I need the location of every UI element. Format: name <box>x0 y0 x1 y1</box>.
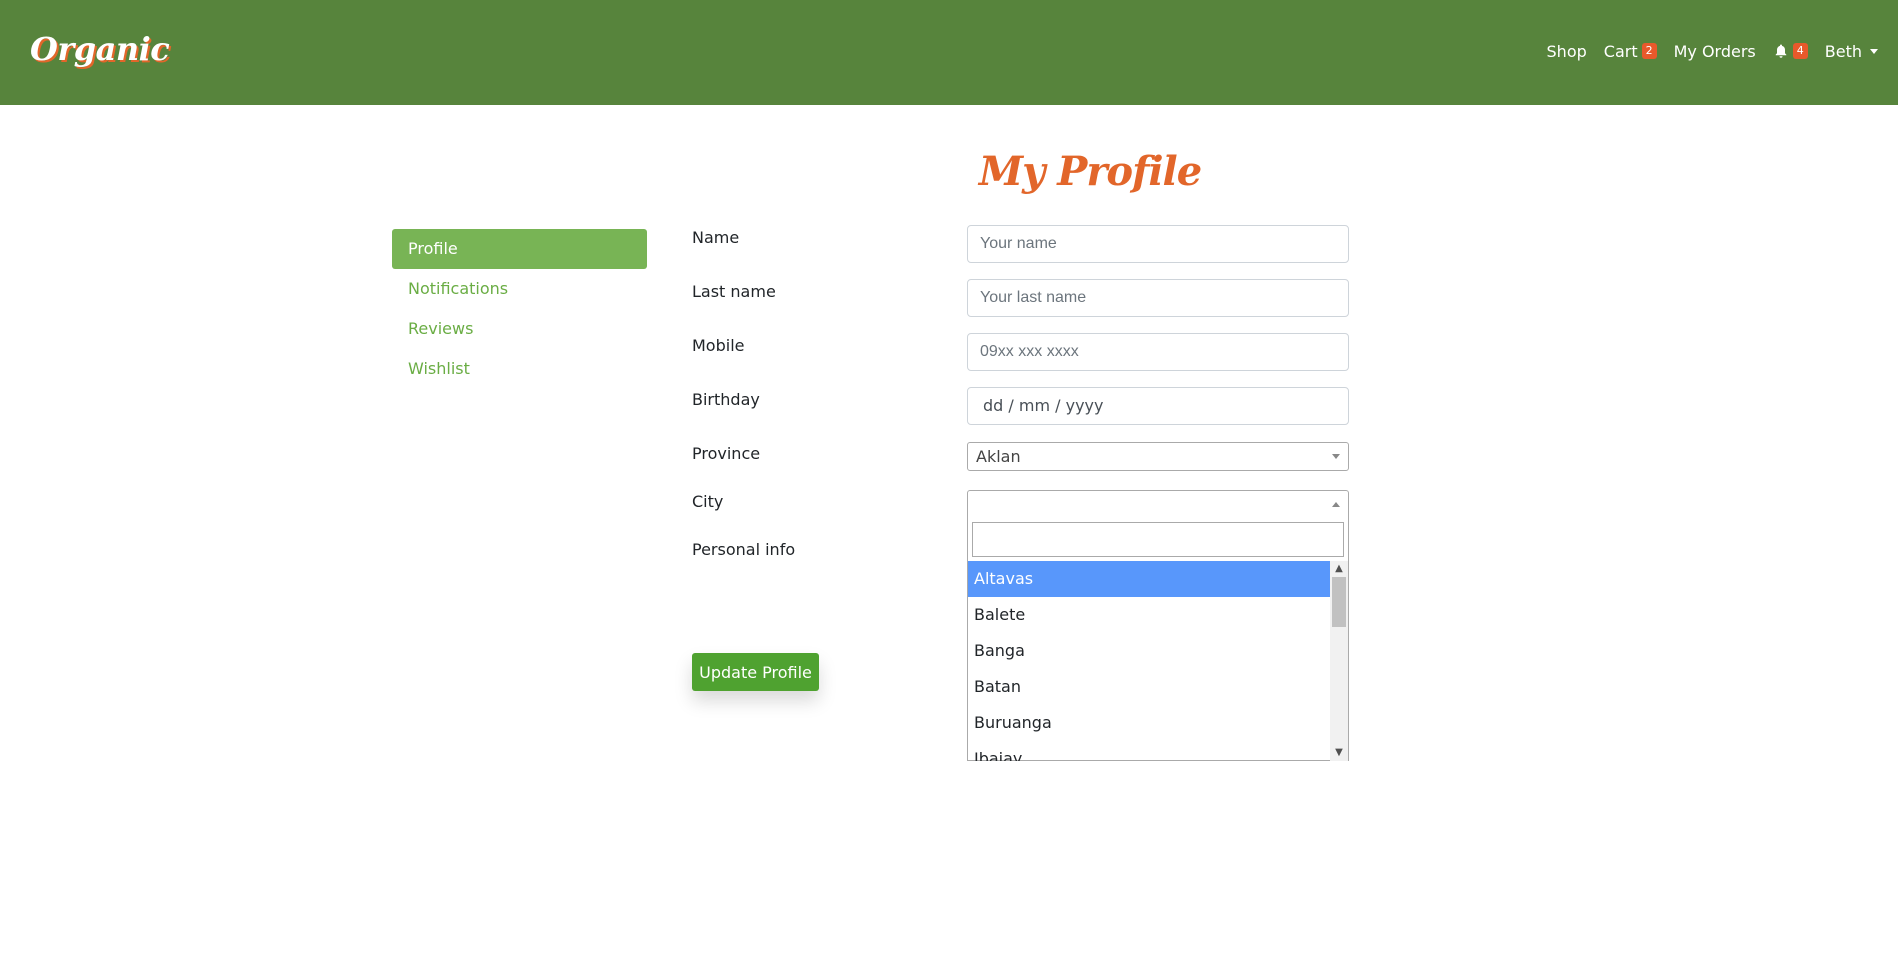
city-dropdown: Altavas Balete Banga Batan Buruanga Ibaj… <box>967 518 1349 761</box>
nav-cart[interactable]: Cart 2 <box>1604 42 1657 61</box>
nav-orders-label: My Orders <box>1673 41 1756 61</box>
birthday-label: Birthday <box>692 390 760 409</box>
nav-notifications[interactable]: 4 <box>1773 43 1808 59</box>
personal-info-label: Personal info <box>692 540 796 559</box>
city-option[interactable]: Banga <box>968 633 1330 669</box>
city-option[interactable]: Ibajay <box>968 741 1330 761</box>
nav-shop-label: Shop <box>1546 41 1587 61</box>
sidebar-item-notifications[interactable]: Notifications <box>392 269 647 309</box>
last-name-input[interactable] <box>967 279 1349 317</box>
province-selected-value: Aklan <box>976 447 1021 466</box>
main-nav: Shop Cart 2 My Orders 4 Beth <box>1530 38 1878 64</box>
sidebar-item-wishlist[interactable]: Wishlist <box>392 349 647 389</box>
mobile-label: Mobile <box>692 336 745 355</box>
scroll-up-icon[interactable]: ▲ <box>1330 561 1348 577</box>
city-options-list: Altavas Balete Banga Batan Buruanga Ibaj… <box>968 561 1330 761</box>
bell-icon <box>1775 44 1787 58</box>
nav-my-orders[interactable]: My Orders <box>1674 42 1756 61</box>
birthday-date-format: dd / mm / yyyy <box>983 396 1104 415</box>
page-title: My Profile <box>978 148 1202 195</box>
province-select[interactable]: Aklan <box>967 442 1349 471</box>
birthday-date-input[interactable]: dd / mm / yyyy <box>967 387 1349 425</box>
user-menu-toggle[interactable]: Beth <box>1825 42 1878 61</box>
update-profile-button[interactable]: Update Profile <box>692 653 819 691</box>
city-option[interactable]: Altavas <box>968 561 1330 597</box>
province-label: Province <box>692 444 761 463</box>
city-search-input[interactable] <box>972 522 1344 557</box>
city-select[interactable] <box>967 490 1349 519</box>
city-option[interactable]: Buruanga <box>968 705 1330 741</box>
mobile-input[interactable] <box>967 333 1349 371</box>
nav-shop[interactable]: Shop <box>1547 42 1587 61</box>
nav-cart-label: Cart <box>1603 41 1638 61</box>
cart-count-badge: 2 <box>1641 43 1657 59</box>
brand-logo[interactable]: Organic <box>30 30 170 68</box>
sidebar-item-reviews[interactable]: Reviews <box>392 309 647 349</box>
scroll-down-icon[interactable]: ▼ <box>1330 745 1348 761</box>
notifications-count-badge: 4 <box>1792 43 1808 59</box>
sidebar-item-profile[interactable]: Profile <box>392 229 647 269</box>
city-list-scrollbar[interactable]: ▲ ▼ <box>1330 561 1348 761</box>
city-label: City <box>692 492 724 511</box>
name-label: Name <box>692 228 740 247</box>
chevron-down-icon <box>1332 454 1340 459</box>
scrollbar-thumb[interactable] <box>1332 577 1346 627</box>
top-navbar: Organic Shop Cart 2 My Orders 4 Beth <box>0 0 1898 105</box>
profile-sidebar: Profile Notifications Reviews Wishlist <box>392 229 647 389</box>
city-search-wrapper <box>968 518 1348 561</box>
chevron-up-icon <box>1332 502 1340 507</box>
chevron-down-icon <box>1870 48 1878 54</box>
city-option[interactable]: Balete <box>968 597 1330 633</box>
last-name-label: Last name <box>692 282 776 301</box>
name-input[interactable] <box>967 225 1349 263</box>
user-name: Beth <box>1824 41 1862 61</box>
city-option[interactable]: Batan <box>968 669 1330 705</box>
